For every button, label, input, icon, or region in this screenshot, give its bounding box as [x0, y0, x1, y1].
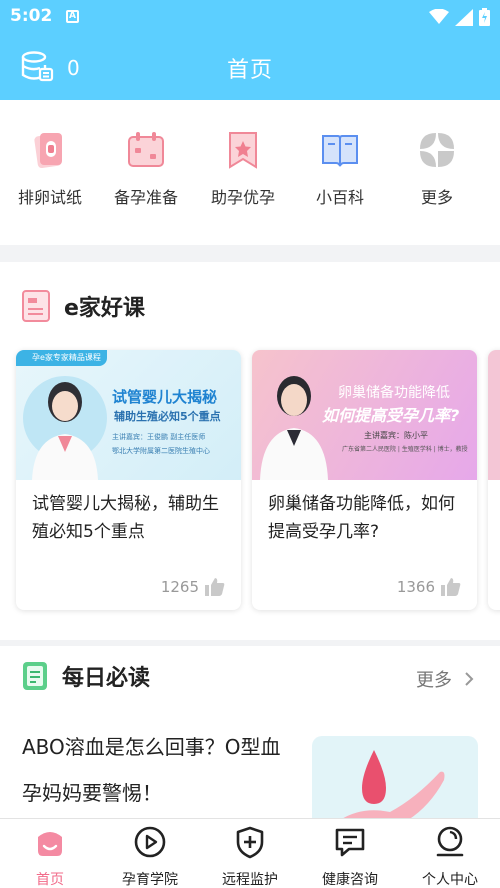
thumb-heading: 试管婴儿大揭秘: [112, 388, 218, 406]
thumbs-up-icon: [441, 578, 461, 596]
more-link[interactable]: 更多: [416, 666, 474, 692]
tab-label: 首页: [36, 872, 64, 888]
section-header: e家好课: [22, 286, 145, 326]
top-bar: 5:02 A 0 首页: [0, 0, 500, 100]
thumb-info: 主讲嘉宾：王俊鹏 副主任医师: [112, 433, 206, 441]
daily-read-section: 每日必读 更多 ABO溶血是怎么回事？O型血孕妈妈要警惕！: [0, 646, 500, 836]
play-circle-icon: [134, 826, 166, 858]
chat-icon: [335, 828, 365, 857]
calendar-icon: [128, 132, 164, 167]
tab-health-consult[interactable]: 健康咨询: [300, 825, 400, 888]
quick-item-more[interactable]: 更多: [387, 130, 487, 208]
course-tag: 孕e家专家精品课程: [16, 350, 107, 366]
thumb-info: 广东省第二人民医院 | 生殖医学科 | 博士，教授: [342, 446, 468, 453]
course-section: e家好课 孕e家专家精品课程 试管婴儿大揭秘 辅助生殖必知5个重点 主讲嘉宾：王…: [0, 262, 500, 640]
section-title: 每日必读: [62, 666, 151, 691]
thumb-info: 主讲嘉宾：陈小平: [364, 431, 428, 440]
battery-icon: [479, 8, 490, 26]
status-icons: [429, 8, 490, 26]
tab-label: 个人中心: [422, 872, 478, 888]
like-count-value: 1366: [396, 577, 435, 596]
status-bar: 5:02 A: [0, 0, 500, 34]
quick-item-label: 备孕准备: [113, 188, 178, 207]
tab-label: 孕育学院: [122, 872, 178, 888]
shield-plus-icon: [236, 826, 264, 859]
thumb-heading: 卵巢储备功能降低: [338, 385, 450, 401]
lesson-thumbnail: [488, 350, 500, 480]
quick-item-label: 助孕优孕: [210, 188, 275, 207]
bottom-tab-bar: 首页 孕育学院 远程监护 健康咨询 个人中心: [0, 818, 500, 888]
book-icon: [322, 135, 358, 167]
thumb-subheading: 辅助生殖必知5个重点: [114, 410, 221, 423]
section-title: e家好课: [64, 296, 145, 321]
wifi-icon: [429, 9, 449, 24]
bookmark-star-icon: [229, 132, 257, 169]
tab-label: 健康咨询: [322, 872, 378, 888]
section-header: 每日必读: [22, 656, 150, 696]
tab-home[interactable]: 首页: [0, 825, 100, 888]
test-strip-icon: [34, 133, 62, 168]
tab-academy[interactable]: 孕育学院: [100, 825, 200, 888]
grid-more-icon: [420, 133, 454, 167]
status-time: 5:02: [10, 6, 53, 26]
notification-icon: A: [66, 10, 79, 23]
notes-icon: [23, 662, 47, 690]
quick-item-preparation[interactable]: 备孕准备: [96, 130, 196, 208]
quick-item-label: 排卵试纸: [17, 188, 82, 207]
quick-item-encyclopedia[interactable]: 小百科: [290, 130, 390, 208]
tab-label: 远程监护: [222, 872, 278, 888]
tab-profile[interactable]: 个人中心: [400, 825, 500, 888]
quick-item-fertility[interactable]: 助孕优孕: [193, 130, 293, 208]
article-title[interactable]: ABO溶血是怎么回事？O型血孕妈妈要警惕！: [22, 724, 292, 816]
app-header: 0 首页: [0, 34, 500, 100]
chevron-right-icon: [465, 672, 474, 686]
lesson-title: 试管婴儿大揭秘，辅助生殖必知5个重点: [32, 494, 219, 542]
lesson-card[interactable]: [488, 350, 500, 610]
quick-item-label: 更多: [420, 188, 453, 207]
like-count[interactable]: 1265: [161, 577, 225, 596]
lesson-thumbnail: 卵巢储备功能降低 如何提高受孕几率? 主讲嘉宾：陈小平 广东省第二人民医院 | …: [252, 350, 477, 480]
tab-remote-monitoring[interactable]: 远程监护: [200, 825, 300, 888]
like-count-value: 1265: [160, 577, 199, 596]
doctor-portrait: [23, 376, 107, 480]
home-icon: [38, 832, 62, 856]
thumbs-up-icon: [205, 578, 225, 596]
thumb-subheading: 如何提高受孕几率?: [322, 406, 460, 425]
more-label: 更多: [416, 670, 452, 691]
quick-menu: 排卵试纸 备孕准备 助孕优孕 小百科 更多: [0, 100, 500, 245]
quick-item-label: 小百科: [315, 188, 364, 207]
lesson-card[interactable]: 卵巢储备功能降低 如何提高受孕几率? 主讲嘉宾：陈小平 广东省第二人民医院 | …: [252, 350, 477, 610]
lesson-card[interactable]: 孕e家专家精品课程 试管婴儿大揭秘 辅助生殖必知5个重点 主讲嘉宾：王俊鹏 副主…: [16, 350, 241, 610]
signal-icon: [455, 8, 473, 26]
profile-icon: [436, 826, 464, 857]
like-count[interactable]: 1366: [397, 577, 461, 596]
lesson-thumbnail: 孕e家专家精品课程 试管婴儿大揭秘 辅助生殖必知5个重点 主讲嘉宾：王俊鹏 副主…: [16, 350, 241, 480]
quick-item-ovulation-test[interactable]: 排卵试纸: [0, 130, 100, 208]
document-icon: [22, 290, 50, 322]
page-title: 首页: [226, 58, 273, 83]
lesson-title: 卵巢储备功能降低，如何提高受孕几率?: [268, 494, 455, 542]
thumb-info: 鄂北大学附属第二医院生殖中心: [112, 447, 210, 455]
